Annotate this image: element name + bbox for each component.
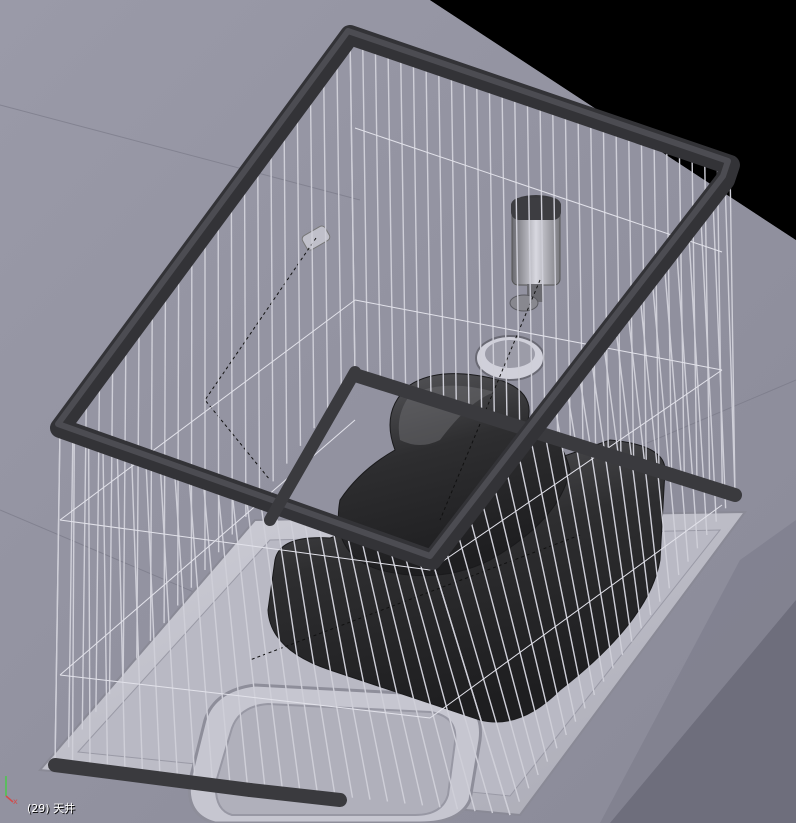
axis-x-label: x	[13, 797, 18, 806]
3d-viewport[interactable]: x (29) 天井	[0, 0, 796, 823]
axis-gizmo: x	[5, 776, 18, 806]
viewport-scene[interactable]	[0, 0, 796, 823]
viewport-object-label: (29) 天井	[27, 802, 76, 815]
cage-bar	[177, 267, 180, 606]
axis-x-line	[5, 795, 14, 803]
